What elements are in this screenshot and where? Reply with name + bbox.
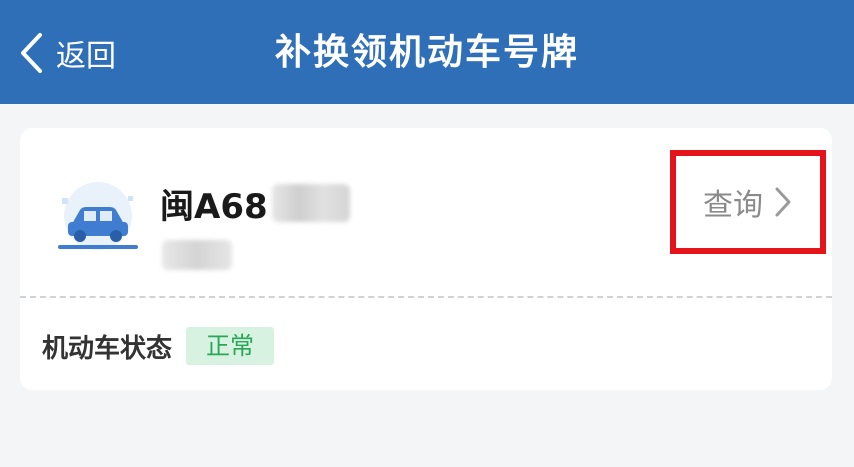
plate-prefix: 闽A68 <box>160 186 268 227</box>
car-icon <box>58 182 138 250</box>
app-header: 返回 补换领机动车号牌 <box>0 0 854 104</box>
vehicle-card: 闽A68 查询 机动车状态 正常 <box>20 128 832 390</box>
dashed-divider <box>20 296 832 298</box>
page-title: 补换领机动车号牌 <box>274 32 579 73</box>
vehicle-type-redacted <box>162 240 232 270</box>
plate-redacted <box>271 184 350 222</box>
query-label: 查询 <box>703 188 763 223</box>
chevron-right-icon <box>775 187 791 217</box>
query-button[interactable]: 查询 <box>670 150 826 254</box>
plate-number: 闽A68 <box>160 180 350 227</box>
status-row: 机动车状态 正常 <box>42 324 275 368</box>
status-label: 机动车状态 <box>42 333 173 364</box>
status-badge: 正常 <box>186 327 275 365</box>
